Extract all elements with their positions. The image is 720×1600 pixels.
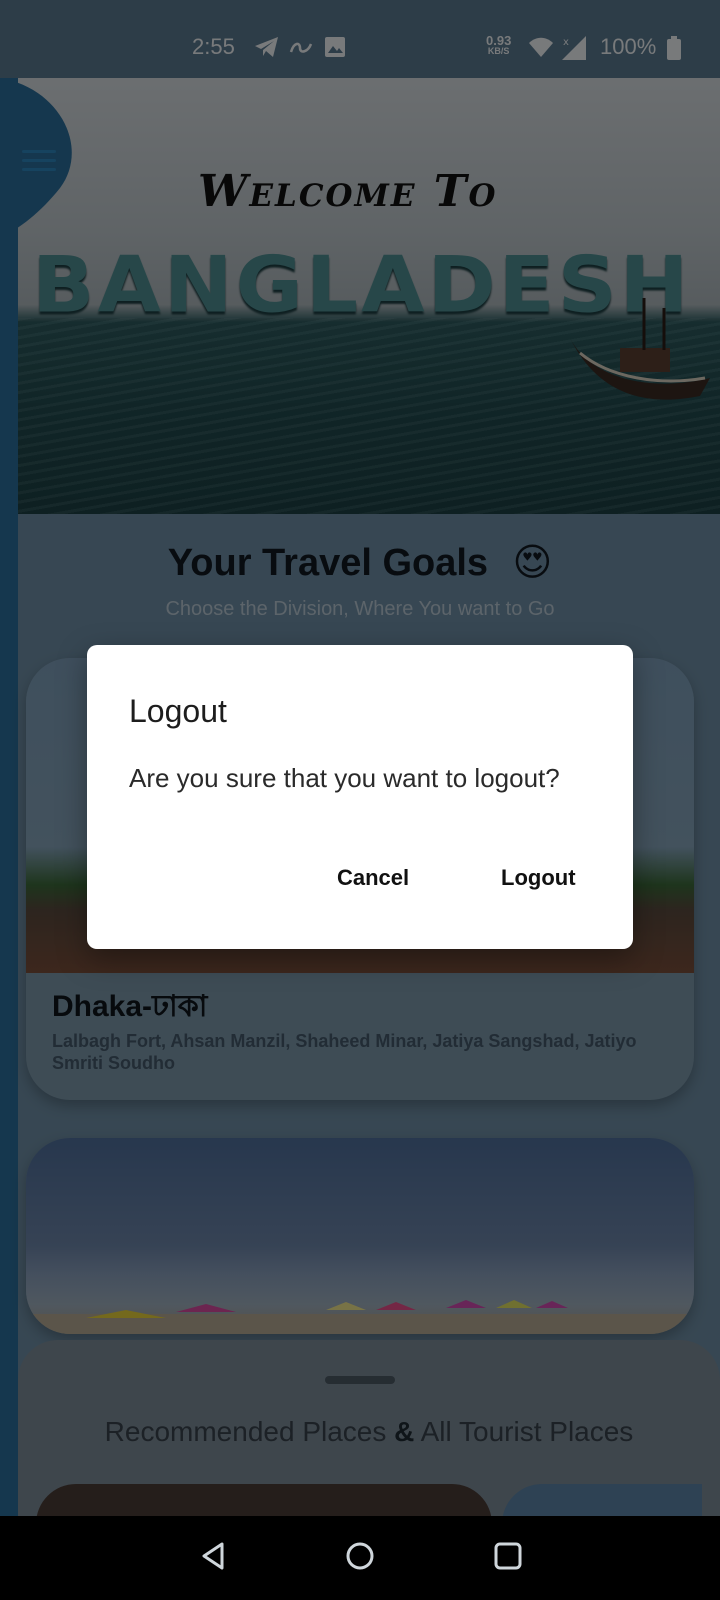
- back-icon[interactable]: [198, 1540, 230, 1572]
- dialog-title: Logout: [129, 693, 227, 729]
- system-nav-bar: [0, 1516, 720, 1600]
- home-icon[interactable]: [344, 1540, 376, 1572]
- cancel-button[interactable]: Cancel: [327, 857, 419, 899]
- recents-icon[interactable]: [492, 1540, 524, 1572]
- logout-confirm-button[interactable]: Logout: [491, 857, 586, 899]
- dialog-message: Are you sure that you want to logout?: [129, 763, 560, 793]
- logout-dialog: Logout Are you sure that you want to log…: [87, 645, 633, 949]
